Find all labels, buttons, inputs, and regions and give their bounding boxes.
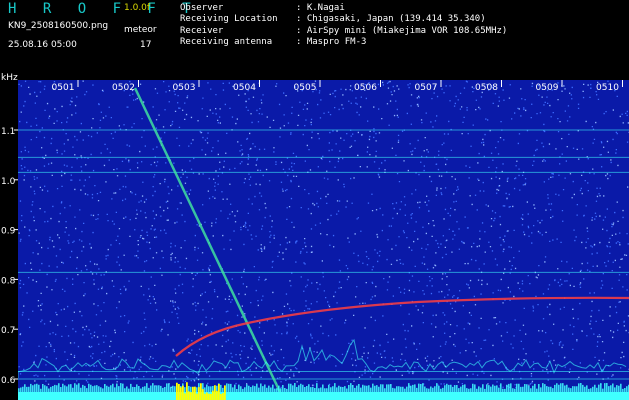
spectrogram-plot[interactable]: 0501 0502 0503 0504 0505 0506 0507 0508 0509 0510: [18, 80, 629, 400]
filename-label: KN9_2508160500.png: [8, 21, 109, 31]
info-row-location: Receiving Location: Chigasaki, Japan (13…: [180, 14, 486, 25]
meteor-count: 17: [140, 40, 152, 50]
spectrogram-background: [18, 80, 629, 400]
datetime-label: 25.08.16 05:00: [8, 40, 77, 50]
time-tick-label: 0504: [233, 83, 256, 93]
freq-tick-label: 0.7: [1, 326, 15, 336]
time-tick-label: 0505: [294, 83, 317, 93]
station-info: Observer: K.Nagai Receiving Location: Ch…: [180, 3, 507, 49]
frequency-axis: 1.1 1.0 0.9 0.8 0.7 0.6: [1, 127, 18, 386]
time-tick-label: 0503: [173, 83, 196, 93]
time-tick-label: 0502: [112, 83, 135, 93]
power-band: [18, 392, 629, 400]
freq-tick-label: 0.8: [1, 276, 16, 286]
meteor-label: meteor: [124, 25, 157, 35]
header-panel: H R O F F T 1.0.0f KN9_2508160500.png me…: [0, 0, 629, 72]
time-tick-label: 0506: [354, 83, 377, 93]
info-row-observer: Observer: K.Nagai: [180, 3, 345, 13]
time-tick-label: 0501: [52, 83, 75, 93]
time-tick-label: 0509: [536, 83, 559, 93]
app-title: H R O F F T: [8, 1, 200, 17]
time-tick-label: 0510: [596, 83, 619, 93]
freq-tick-label: 0.9: [1, 227, 16, 237]
freq-tick-label: 0.6: [1, 376, 16, 386]
time-tick-label: 0507: [415, 83, 438, 93]
info-row-antenna: Receiving antenna: Maspro FM-3: [180, 37, 367, 48]
version-label: 1.0.0f: [124, 3, 151, 13]
freq-tick-label: 1.1: [1, 127, 15, 137]
freq-tick-label: 1.0: [1, 177, 16, 187]
time-tick-label: 0508: [475, 83, 498, 93]
info-row-receiver: Receiver: AirSpy mini (Miakejima VOR 108…: [180, 25, 508, 36]
